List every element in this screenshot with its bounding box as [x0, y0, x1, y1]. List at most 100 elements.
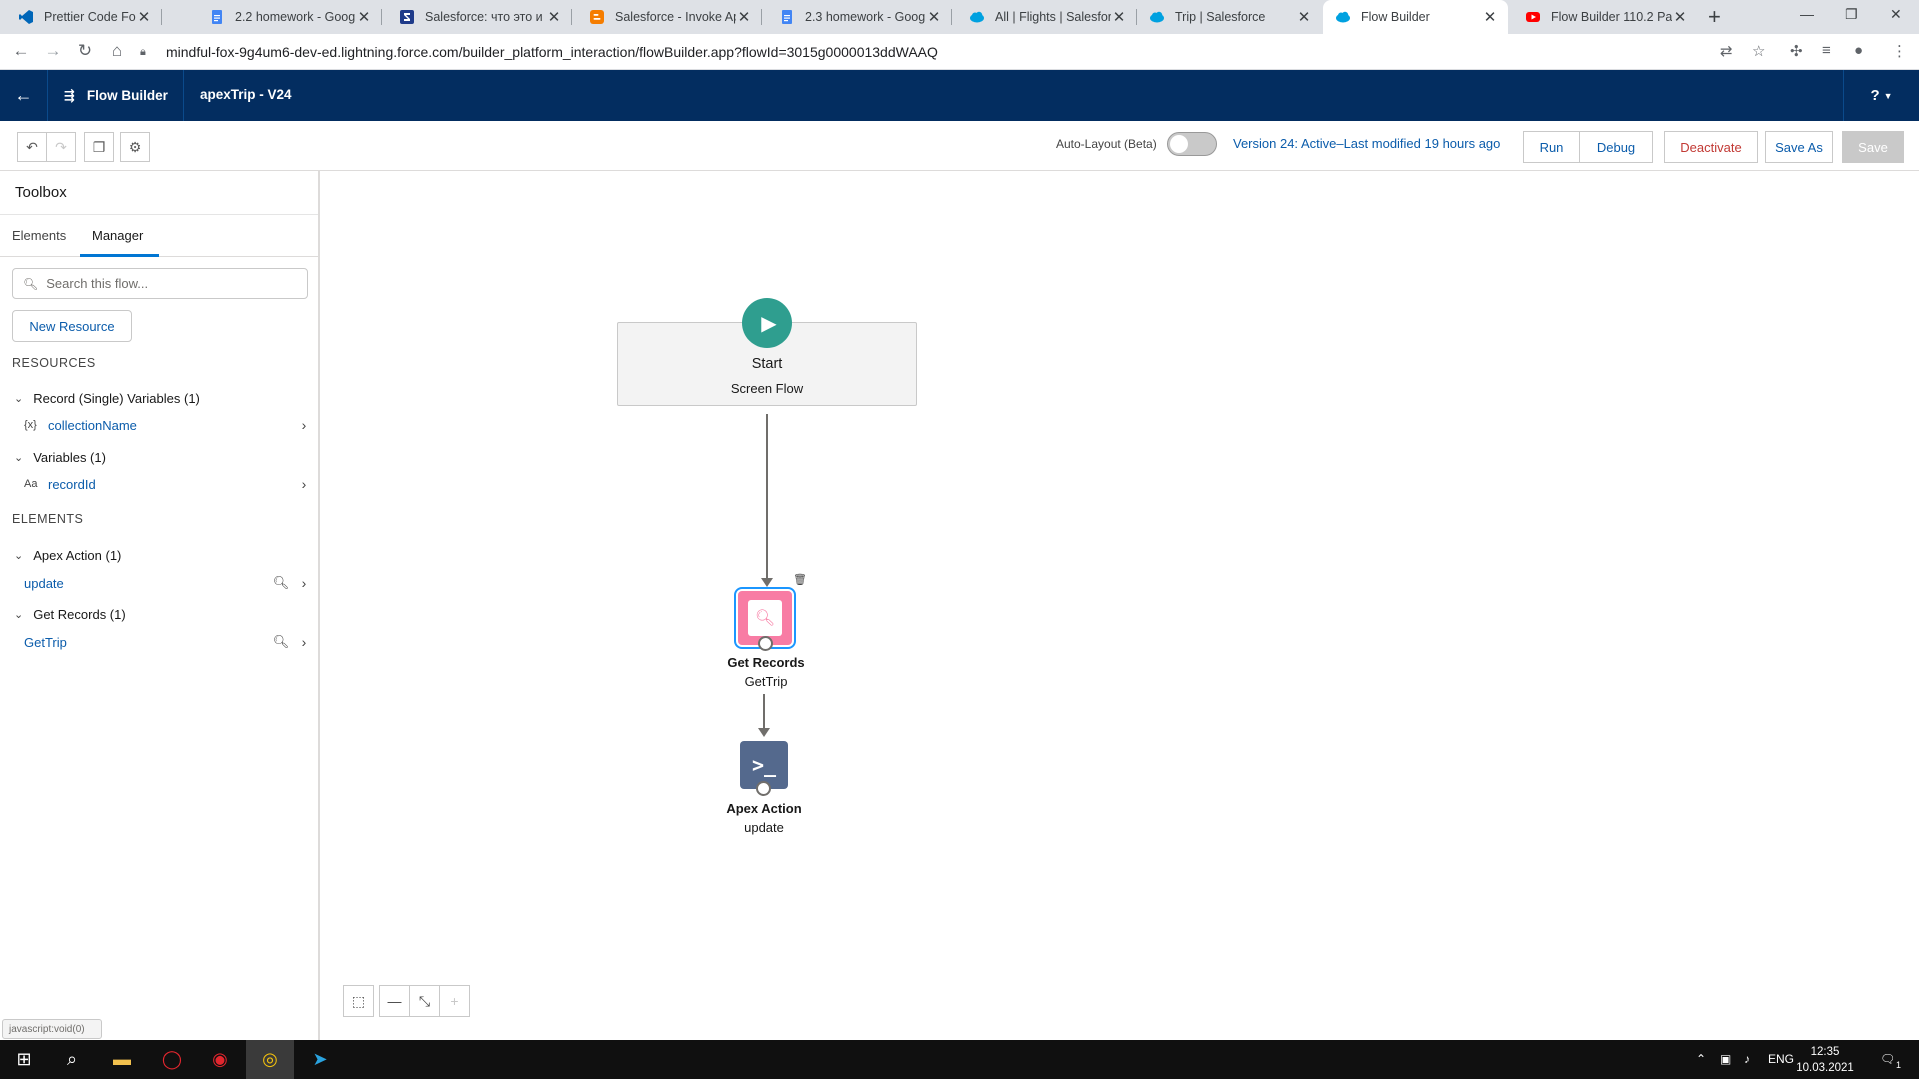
- google-docs-icon: [782, 10, 792, 24]
- tab-close-icon[interactable]: ✕: [546, 8, 562, 26]
- browser-tab[interactable]: Salesforce: что это и как ✕: [387, 0, 572, 34]
- tab-close-icon[interactable]: ✕: [136, 8, 152, 26]
- settings-button[interactable]: ⚙: [120, 132, 150, 162]
- version-status[interactable]: Version 24: Active–Last modified 19 hour…: [1233, 136, 1500, 151]
- browser-tab[interactable]: Prettier Code Formatter ✕: [0, 0, 162, 34]
- redo-button[interactable]: ↷: [46, 132, 76, 162]
- element-name[interactable]: GetTrip: [24, 635, 268, 650]
- copy-icon: ❐: [92, 138, 106, 155]
- element-item-update[interactable]: update 🔍︎ ›: [24, 572, 314, 594]
- tab-close-icon[interactable]: ✕: [1111, 8, 1127, 26]
- node-connector-dot[interactable]: [758, 636, 773, 651]
- windows-start-icon[interactable]: ⊞: [0, 1040, 48, 1079]
- browser-tab[interactable]: Trip | Salesforce ✕: [1137, 0, 1322, 34]
- chevron-right-icon[interactable]: ›: [294, 575, 314, 591]
- media-queue-icon[interactable]: ≡: [1822, 42, 1831, 59]
- search-icon[interactable]: 🔍︎: [268, 634, 294, 650]
- chevron-right-icon[interactable]: ›: [294, 417, 314, 433]
- translate-icon[interactable]: ⇄: [1720, 42, 1733, 60]
- node-name-label: update: [744, 820, 784, 835]
- tab-close-icon[interactable]: ✕: [926, 8, 942, 26]
- pan-mode-button[interactable]: ⬚: [343, 985, 374, 1017]
- search-icon[interactable]: ⌕: [48, 1040, 96, 1079]
- telegram-icon[interactable]: ➤: [296, 1040, 344, 1079]
- network-icon[interactable]: ▣: [1720, 1052, 1731, 1066]
- bookmark-star-icon[interactable]: ☆: [1752, 42, 1765, 60]
- system-clock[interactable]: 12:35 10.03.2021: [1790, 1044, 1860, 1076]
- tray-chevron-up-icon[interactable]: ⌃: [1696, 1052, 1706, 1066]
- browser-menu-icon[interactable]: ⋮: [1892, 42, 1907, 60]
- node-connector-dot[interactable]: [756, 781, 771, 796]
- clock-time: 12:35: [1810, 1046, 1840, 1058]
- browser-tab-active[interactable]: Flow Builder ✕: [1323, 0, 1508, 34]
- tab-close-icon[interactable]: ✕: [736, 8, 752, 26]
- app-title: ⇶ Flow Builder: [49, 70, 184, 121]
- save-as-button[interactable]: Save As: [1765, 131, 1833, 163]
- save-button[interactable]: Save: [1842, 131, 1904, 163]
- minimize-icon[interactable]: —: [1800, 6, 1814, 22]
- back-arrow-icon[interactable]: ←: [10, 41, 32, 61]
- resource-name[interactable]: recordId: [48, 477, 294, 492]
- copy-button[interactable]: ❐: [84, 132, 114, 162]
- debug-button[interactable]: Debug: [1579, 131, 1653, 163]
- run-button[interactable]: Run: [1523, 131, 1580, 163]
- chevron-down-icon: ⌄: [14, 550, 24, 562]
- chrome-icon[interactable]: ◎: [246, 1040, 294, 1079]
- help-menu-button[interactable]: ? ▼: [1843, 70, 1919, 121]
- tab-close-icon[interactable]: ✕: [1672, 8, 1688, 26]
- tab-close-icon[interactable]: ✕: [1482, 8, 1498, 26]
- browser-tab[interactable]: Salesforce - Invoke Apex ✕: [577, 0, 762, 34]
- opera-icon[interactable]: ◯: [148, 1040, 196, 1079]
- deactivate-button[interactable]: Deactivate: [1664, 131, 1758, 163]
- flow-canvas[interactable]: [322, 171, 1919, 1040]
- search-flow-input[interactable]: 🔍︎ Search this flow...: [12, 268, 308, 299]
- group-label: Variables (1): [33, 450, 106, 465]
- tab-close-icon[interactable]: ✕: [356, 8, 372, 26]
- tab-close-icon[interactable]: ✕: [1296, 8, 1312, 26]
- url-field[interactable]: 🔒︎ mindful-fox-9g4um6-dev-ed.lightning.f…: [140, 38, 1730, 66]
- restore-icon[interactable]: ❐: [1845, 6, 1858, 23]
- trash-icon[interactable]: 🗑︎: [793, 573, 807, 586]
- windows-taskbar: ⊞ ⌕ ▬ ◯ ◉ ◎ ➤ ⌃ ▣ ♪ ENG 12:35 10.03.2021…: [0, 1040, 1919, 1079]
- flow-name: apexTrip - V24: [200, 87, 292, 102]
- help-icon: ?: [1870, 87, 1880, 104]
- blogger-icon: [590, 10, 604, 24]
- file-explorer-icon[interactable]: ▬: [98, 1040, 146, 1079]
- browser-tab[interactable]: 2.3 homework - Google Docs ✕: [767, 0, 952, 34]
- chevron-right-icon[interactable]: ›: [294, 634, 314, 650]
- resource-group-variables[interactable]: ⌄ Variables (1): [14, 450, 106, 465]
- element-name[interactable]: update: [24, 576, 268, 591]
- resource-name[interactable]: collectionName: [48, 418, 294, 433]
- zoom-in-button[interactable]: +: [439, 985, 470, 1017]
- tab-manager[interactable]: Manager: [92, 228, 143, 243]
- resource-group-record-variables[interactable]: ⌄ Record (Single) Variables (1): [14, 391, 200, 406]
- auto-layout-toggle[interactable]: [1167, 132, 1217, 156]
- browser-tab[interactable]: Flow Builder 110.2 Pass ✕: [1513, 0, 1698, 34]
- zoom-out-button[interactable]: —: [379, 985, 410, 1017]
- element-item-GetTrip[interactable]: GetTrip 🔍︎ ›: [24, 631, 314, 653]
- close-window-icon[interactable]: ✕: [1890, 6, 1902, 23]
- chat-app-icon[interactable]: ◉: [196, 1040, 244, 1079]
- undo-button[interactable]: ↶: [17, 132, 47, 162]
- resource-item-collectionName[interactable]: {x} collectionName ›: [24, 414, 314, 436]
- new-tab-plus-icon[interactable]: +: [1708, 4, 1721, 30]
- node-name-label: GetTrip: [744, 674, 788, 689]
- search-icon[interactable]: 🔍︎: [268, 575, 294, 591]
- tab-elements[interactable]: Elements: [12, 228, 66, 243]
- volume-icon[interactable]: ♪: [1744, 1052, 1750, 1066]
- notifications-icon[interactable]: 🗨︎: [1880, 1052, 1895, 1066]
- resource-item-recordId[interactable]: Aa recordId ›: [24, 473, 314, 495]
- back-button[interactable]: ←: [0, 70, 48, 121]
- reload-icon[interactable]: ↻: [74, 41, 96, 61]
- forward-arrow-icon[interactable]: →: [42, 41, 64, 61]
- new-resource-button[interactable]: New Resource: [12, 310, 132, 342]
- browser-tab[interactable]: All | Flights | Salesforce ✕: [957, 0, 1137, 34]
- element-group-apex-action[interactable]: ⌄ Apex Action (1): [14, 548, 121, 563]
- element-group-get-records[interactable]: ⌄ Get Records (1): [14, 607, 126, 622]
- profile-avatar-icon[interactable]: ●: [1854, 42, 1863, 59]
- chevron-right-icon[interactable]: ›: [294, 476, 314, 492]
- fit-to-view-button[interactable]: ⤡: [409, 985, 440, 1017]
- browser-tab[interactable]: 2.2 homework - Google Docs ✕: [197, 0, 382, 34]
- extensions-icon[interactable]: ✣: [1790, 42, 1803, 60]
- home-icon[interactable]: ⌂: [106, 41, 128, 61]
